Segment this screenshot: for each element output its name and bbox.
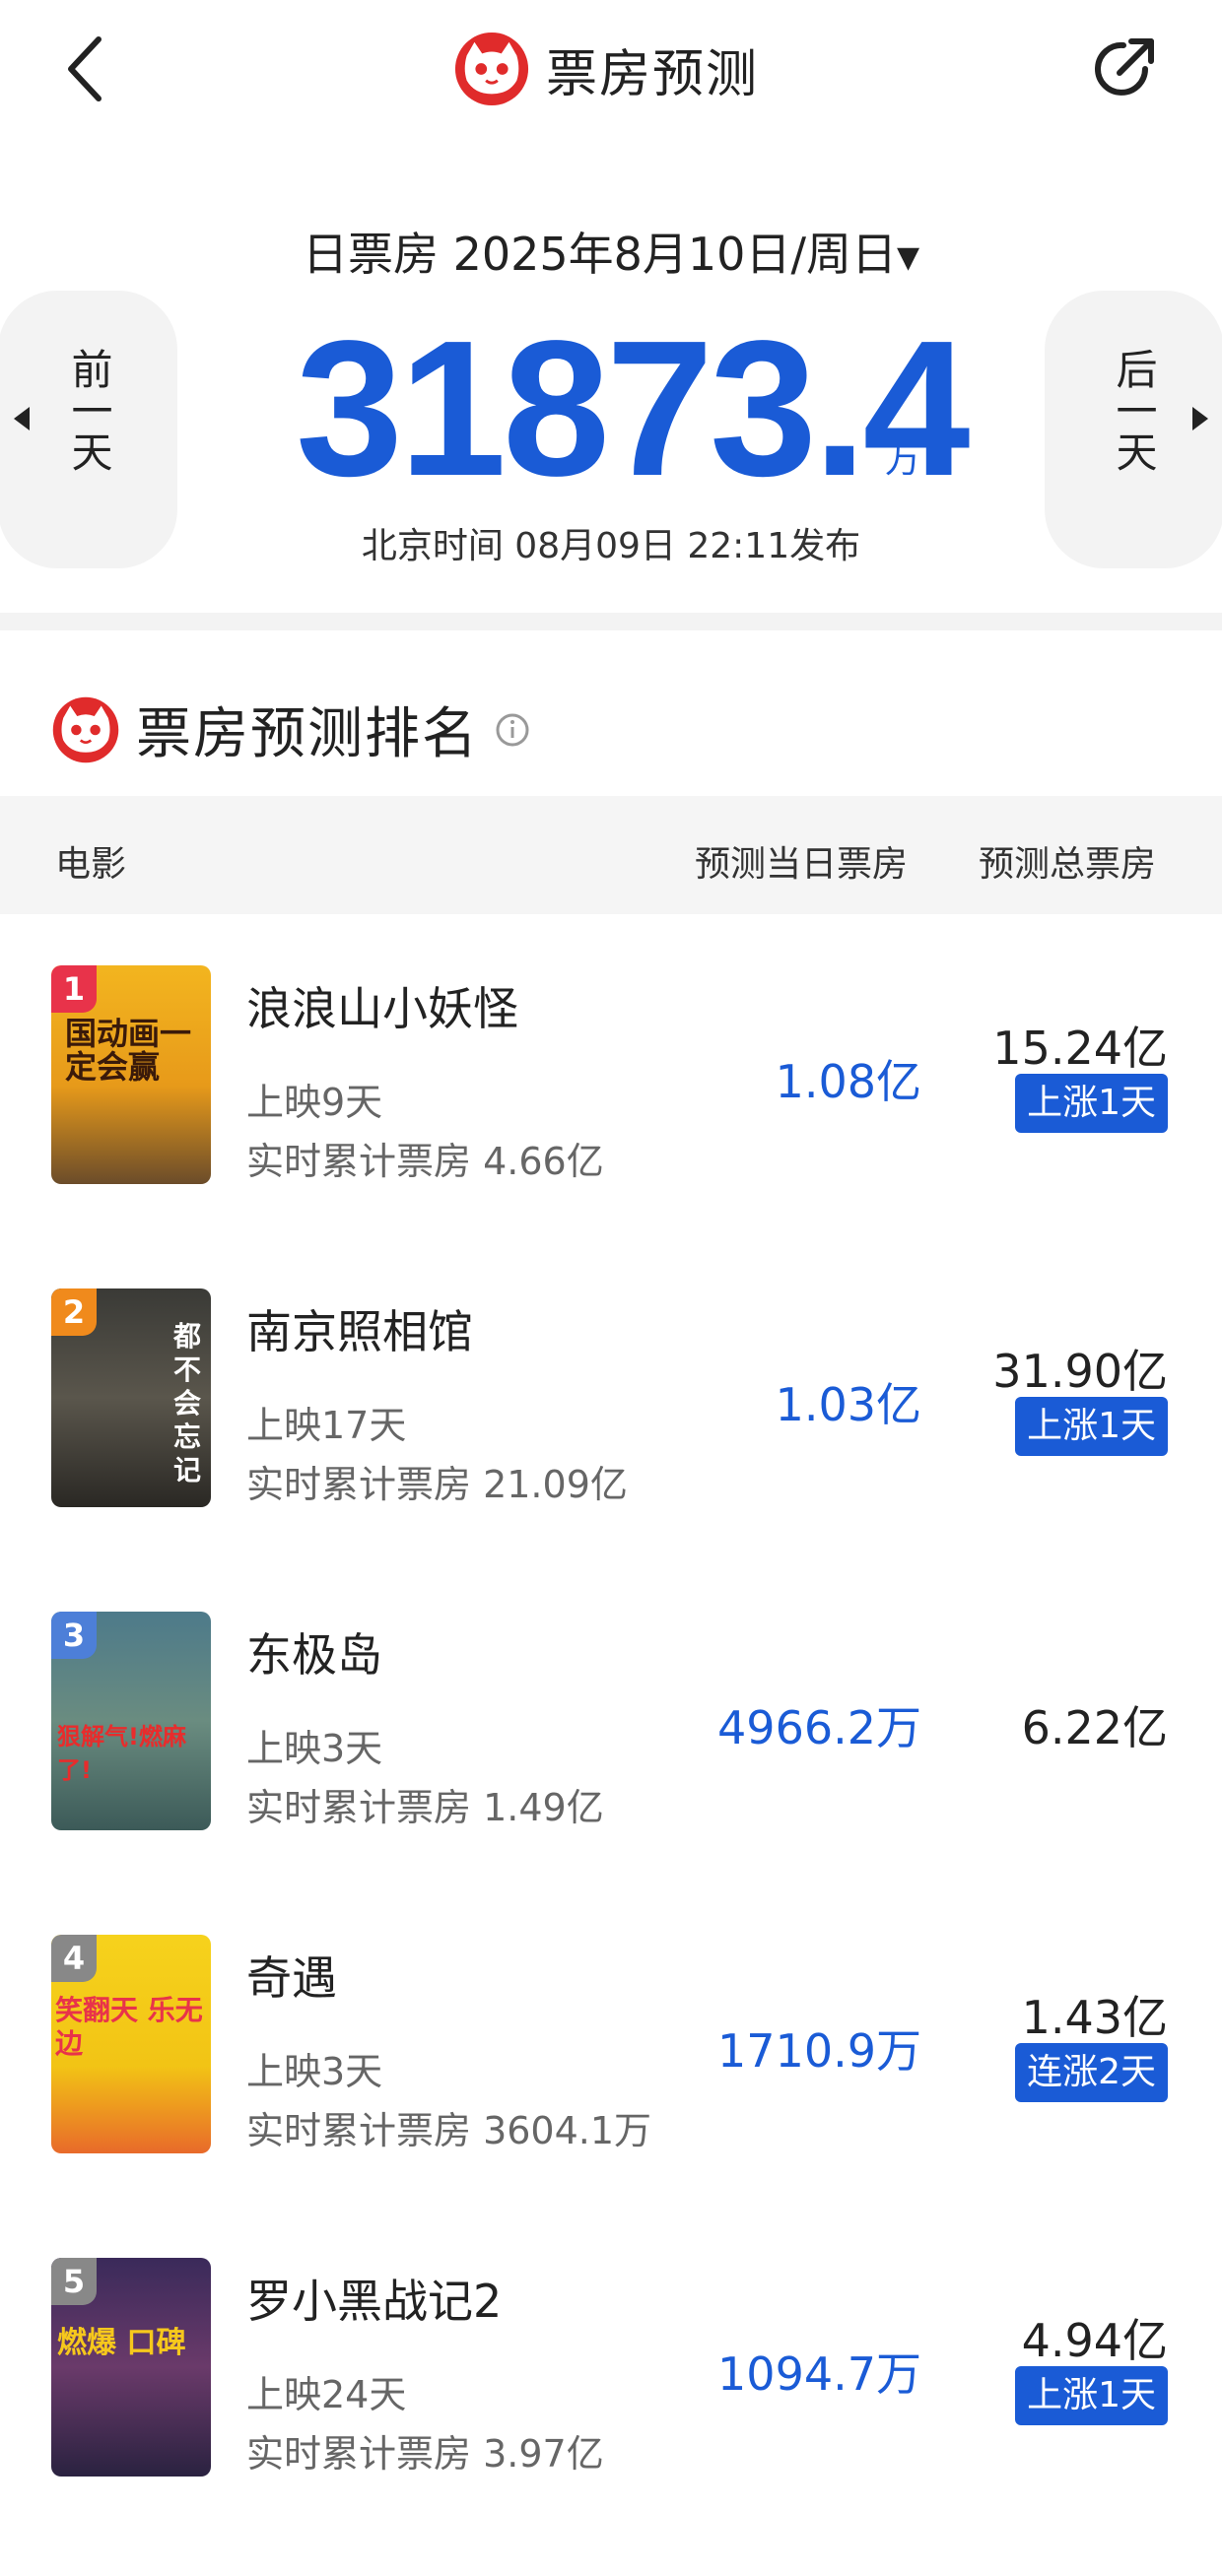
total-forecast: 6.22亿 [1021,1701,1168,1754]
total-forecast: 4.94亿 [1021,2314,1168,2367]
column-movie: 电影 [55,844,127,885]
top-bar: 票房预测 [0,0,1222,138]
ranking-table-header: 电影 预测当日票房 预测总票房 [0,796,1222,914]
total-forecast: 1.43亿 [1021,1991,1168,2044]
table-row[interactable]: 4 笑翻天 乐无边 奇遇 上映3天 实时累计票房 3604.1万 1710.9万… [0,1935,1222,2159]
trend-badge: 上涨1天 [1015,1397,1168,1456]
prev-day-label: 前一天 [65,348,113,472]
publish-time: 北京时间 08月09日 22:11发布 [361,526,861,566]
arrow-right-icon [1192,407,1208,430]
daily-box-office: 31873.4 万 [296,312,970,505]
column-total-forecast[interactable]: 预测总票房 [979,835,1156,887]
total-forecast: 31.90亿 [992,1345,1168,1398]
total-forecast: 15.24亿 [992,1022,1168,1075]
table-row[interactable]: 5 燃爆 口碑 罗小黑战记2 上映24天 实时累计票房 3.97亿 1094.7… [0,2258,1222,2482]
date-label: 日票房 2025年8月10日/周日 [302,228,897,281]
movie-release-days: 上映9天 [246,1081,383,1124]
movie-poster: 2 都不会忘记 [51,1288,211,1507]
daily-box-office-value: 31873.4 [296,300,970,516]
movie-poster: 5 燃爆 口碑 [51,2258,211,2477]
poster-text: 燃爆 口碑 [57,2326,186,2360]
cat-logo-icon [52,696,119,762]
rank-badge: 4 [51,1935,97,1982]
next-day-label: 后一天 [1110,348,1158,472]
rank-badge: 3 [51,1612,97,1659]
day-forecast: 1710.9万 [717,2024,921,2078]
column-day-forecast[interactable]: 预测当日票房 [695,835,908,887]
trend-badge: 连涨2天 [1015,2043,1168,2102]
movie-release-days: 上映3天 [246,1727,383,1770]
movie-cumulative: 实时累计票房 4.66亿 [246,1140,604,1183]
share-icon[interactable] [1084,30,1163,108]
poster-text: 狠解气!燃麻了! [57,1723,186,1784]
movie-poster: 3 狠解气!燃麻了! [51,1612,211,1830]
day-forecast: 1094.7万 [717,2347,921,2401]
caret-down-icon: ▼ [896,240,920,275]
poster-text: 笑翻天 乐无边 [55,1994,203,2060]
movie-name: 东极岛 [246,1628,382,1682]
movie-release-days: 上映24天 [246,2373,407,2416]
rank-badge: 5 [51,2258,97,2305]
movie-poster: 1 国动画一定会赢 [51,965,211,1184]
movie-release-days: 上映3天 [246,2050,383,2093]
movie-poster: 4 笑翻天 乐无边 [51,1935,211,2153]
poster-text: 国动画一定会赢 [65,1015,192,1086]
movie-name: 奇遇 [246,1951,337,2005]
day-forecast: 4966.2万 [717,1701,921,1754]
date-selector[interactable]: 日票房 2025年8月10日/周日▼ [0,219,1222,284]
movie-name: 南京照相馆 [246,1305,473,1358]
movie-release-days: 上映17天 [246,1404,407,1447]
day-forecast: 1.03亿 [775,1378,921,1431]
movie-name: 罗小黑战记2 [246,2275,503,2328]
trend-badge: 上涨1天 [1015,2366,1168,2425]
rank-badge: 2 [51,1288,97,1336]
movie-cumulative: 实时累计票房 3.97亿 [246,2432,604,2476]
trend-badge: 上涨1天 [1015,1074,1168,1133]
rank-badge: 1 [51,965,97,1013]
chevron-left-icon[interactable] [57,30,116,108]
ranking-title-group: 票房预测排名 [51,690,530,769]
page-title: 票房预测 [546,44,760,104]
cat-logo-icon [454,32,529,106]
table-row[interactable]: 1 国动画一定会赢 浪浪山小妖怪 上映9天 实时累计票房 4.66亿 1.08亿… [0,965,1222,1190]
page-title-group: 票房预测 [453,28,759,110]
table-row[interactable]: 3 狠解气!燃麻了! 东极岛 上映3天 实时累计票房 1.49亿 4966.2万… [0,1612,1222,1836]
daily-box-office-unit: 万 [885,440,921,481]
movie-cumulative: 实时累计票房 21.09亿 [246,1463,628,1506]
poster-text: 都不会忘记 [173,1320,202,1486]
day-forecast: 1.08亿 [775,1055,921,1108]
ranking-title: 票房预测排名 [136,702,479,766]
arrow-left-icon [14,407,30,430]
section-divider [0,613,1222,630]
movie-cumulative: 实时累计票房 1.49亿 [246,1786,604,1829]
table-row[interactable]: 2 都不会忘记 南京照相馆 上映17天 实时累计票房 21.09亿 1.03亿 … [0,1288,1222,1513]
movie-cumulative: 实时累计票房 3604.1万 [246,2109,652,2152]
movie-name: 浪浪山小妖怪 [246,982,518,1035]
info-icon[interactable] [495,712,530,748]
